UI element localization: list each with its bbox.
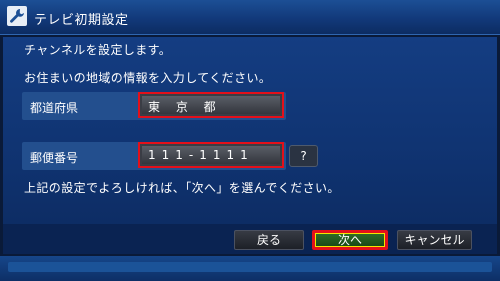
postal-code-field[interactable]: 111-1111: [138, 142, 284, 168]
title-bar: テレビ初期設定: [0, 0, 500, 35]
bottom-stripe: [8, 262, 492, 272]
help-button[interactable]: ?: [289, 145, 318, 167]
postal-code-value: 111-1111: [148, 148, 254, 162]
postal-code-label: 郵便番号: [30, 151, 79, 165]
instruction-text: 上記の設定でよろしければ、「次へ」を選んでください。: [24, 181, 340, 195]
prefecture-label: 都道府県: [30, 101, 79, 115]
cancel-button[interactable]: キャンセル: [397, 230, 472, 250]
next-button[interactable]: 次へ: [312, 230, 388, 250]
postal-code-row: 郵便番号 111-1111: [22, 142, 286, 170]
bottom-bar: [0, 256, 500, 281]
prefecture-field[interactable]: 東 京 都: [138, 92, 284, 118]
intro-text-2: お住まいの地域の情報を入力してください。: [24, 71, 272, 85]
intro-text-1: チャンネルを設定します。: [24, 43, 172, 57]
window-title: テレビ初期設定: [34, 13, 129, 28]
next-button-label: 次へ: [315, 233, 385, 247]
prefecture-row: 都道府県 東 京 都: [22, 92, 286, 120]
prefecture-value: 東 京 都: [148, 100, 222, 114]
back-button[interactable]: 戻る: [234, 230, 304, 250]
wrench-icon: [7, 6, 27, 26]
